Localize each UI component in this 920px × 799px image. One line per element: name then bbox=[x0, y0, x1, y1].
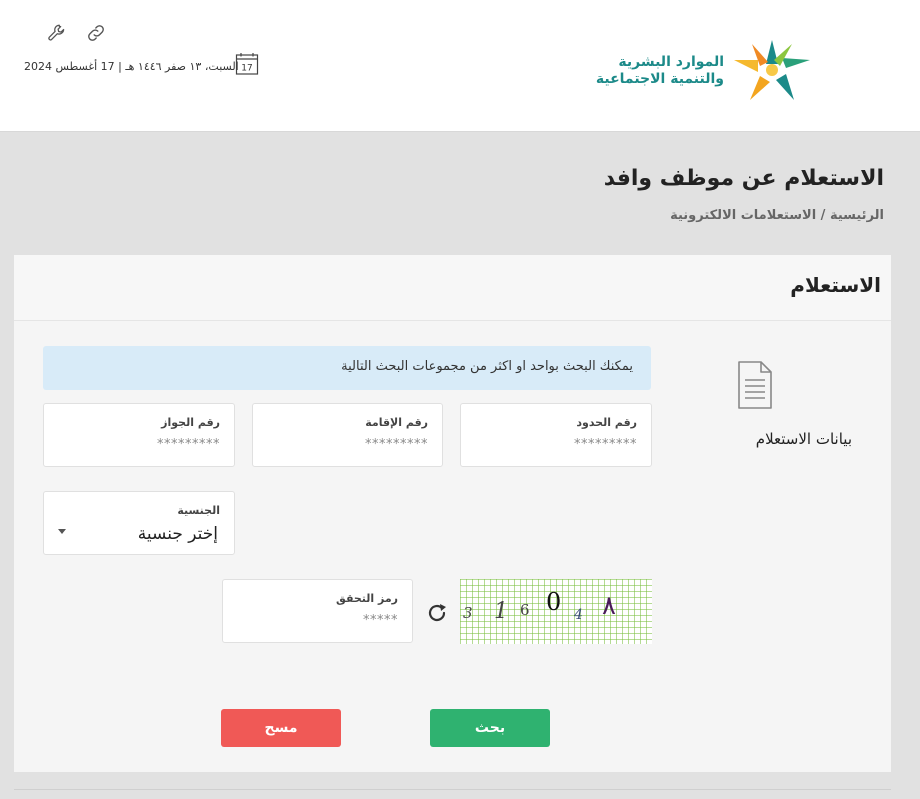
captcha-char: ٨ bbox=[602, 591, 616, 621]
captcha-char: 3 bbox=[463, 604, 473, 622]
search-button[interactable]: بحث bbox=[430, 709, 550, 747]
ministry-logo-icon[interactable] bbox=[732, 38, 812, 104]
border-number-field[interactable]: رقم الحدود ********* bbox=[460, 403, 652, 467]
clear-button[interactable]: مسح bbox=[221, 709, 341, 747]
passport-number-input[interactable]: ********* bbox=[157, 437, 220, 452]
link-icon[interactable] bbox=[85, 22, 107, 44]
document-icon bbox=[738, 361, 772, 409]
passport-number-field[interactable]: رقم الجواز ********* bbox=[43, 403, 235, 467]
border-number-input[interactable]: ********* bbox=[574, 437, 637, 452]
captcha-char: 1 bbox=[494, 599, 508, 624]
nationality-select[interactable]: الجنسية إختر جنسية bbox=[43, 491, 235, 555]
breadcrumb[interactable]: الرئيسية / الاستعلامات الالكترونية bbox=[670, 208, 884, 223]
card-header: الاستعلام bbox=[14, 255, 891, 321]
iqama-number-field[interactable]: رقم الإقامة ********* bbox=[252, 403, 443, 467]
calendar-day: 17 bbox=[241, 64, 252, 74]
nationality-label: الجنسية bbox=[177, 504, 220, 517]
site-header: 17 السبت، ١٣ صفر ١٤٤٦ هـ | 17 أغسطس 2024… bbox=[0, 0, 920, 132]
refresh-icon[interactable] bbox=[425, 601, 449, 625]
page-title: الاستعلام عن موظف وافد bbox=[603, 166, 884, 191]
iqama-number-input[interactable]: ********* bbox=[365, 437, 428, 452]
captcha-code-input[interactable]: ***** bbox=[363, 613, 398, 628]
card-title: الاستعلام bbox=[790, 273, 881, 297]
footer-divider bbox=[14, 789, 891, 790]
logo-line-1: الموارد البشرية bbox=[618, 54, 724, 70]
logo-line-2: والتنمية الاجتماعية bbox=[595, 71, 724, 87]
captcha-char: 0 bbox=[546, 588, 562, 616]
captcha-image: 3 1 6 0 4 ٨ bbox=[460, 579, 652, 644]
ministry-logo-text[interactable]: الموارد البشرية والتنمية الاجتماعية bbox=[595, 54, 724, 88]
info-alert: يمكنك البحث بواحد او اكثر من مجموعات الب… bbox=[43, 346, 651, 390]
nationality-selected-value[interactable]: إختر جنسية bbox=[138, 524, 218, 544]
captcha-char: 4 bbox=[574, 607, 583, 623]
iqama-number-label: رقم الإقامة bbox=[365, 416, 428, 429]
passport-number-label: رقم الجواز bbox=[161, 416, 220, 429]
inquiry-data-label: بيانات الاستعلام bbox=[755, 430, 852, 448]
captcha-code-label: رمز التحقق bbox=[336, 592, 398, 605]
current-date: السبت، ١٣ صفر ١٤٤٦ هـ | 17 أغسطس 2024 bbox=[24, 60, 239, 73]
captcha-code-field[interactable]: رمز التحقق ***** bbox=[222, 579, 413, 643]
captcha-char: 6 bbox=[520, 601, 530, 619]
wrench-icon[interactable] bbox=[46, 22, 68, 44]
caret-down-icon[interactable] bbox=[58, 529, 66, 534]
info-alert-text: يمكنك البحث بواحد او اكثر من مجموعات الب… bbox=[341, 359, 633, 374]
border-number-label: رقم الحدود bbox=[576, 416, 637, 429]
